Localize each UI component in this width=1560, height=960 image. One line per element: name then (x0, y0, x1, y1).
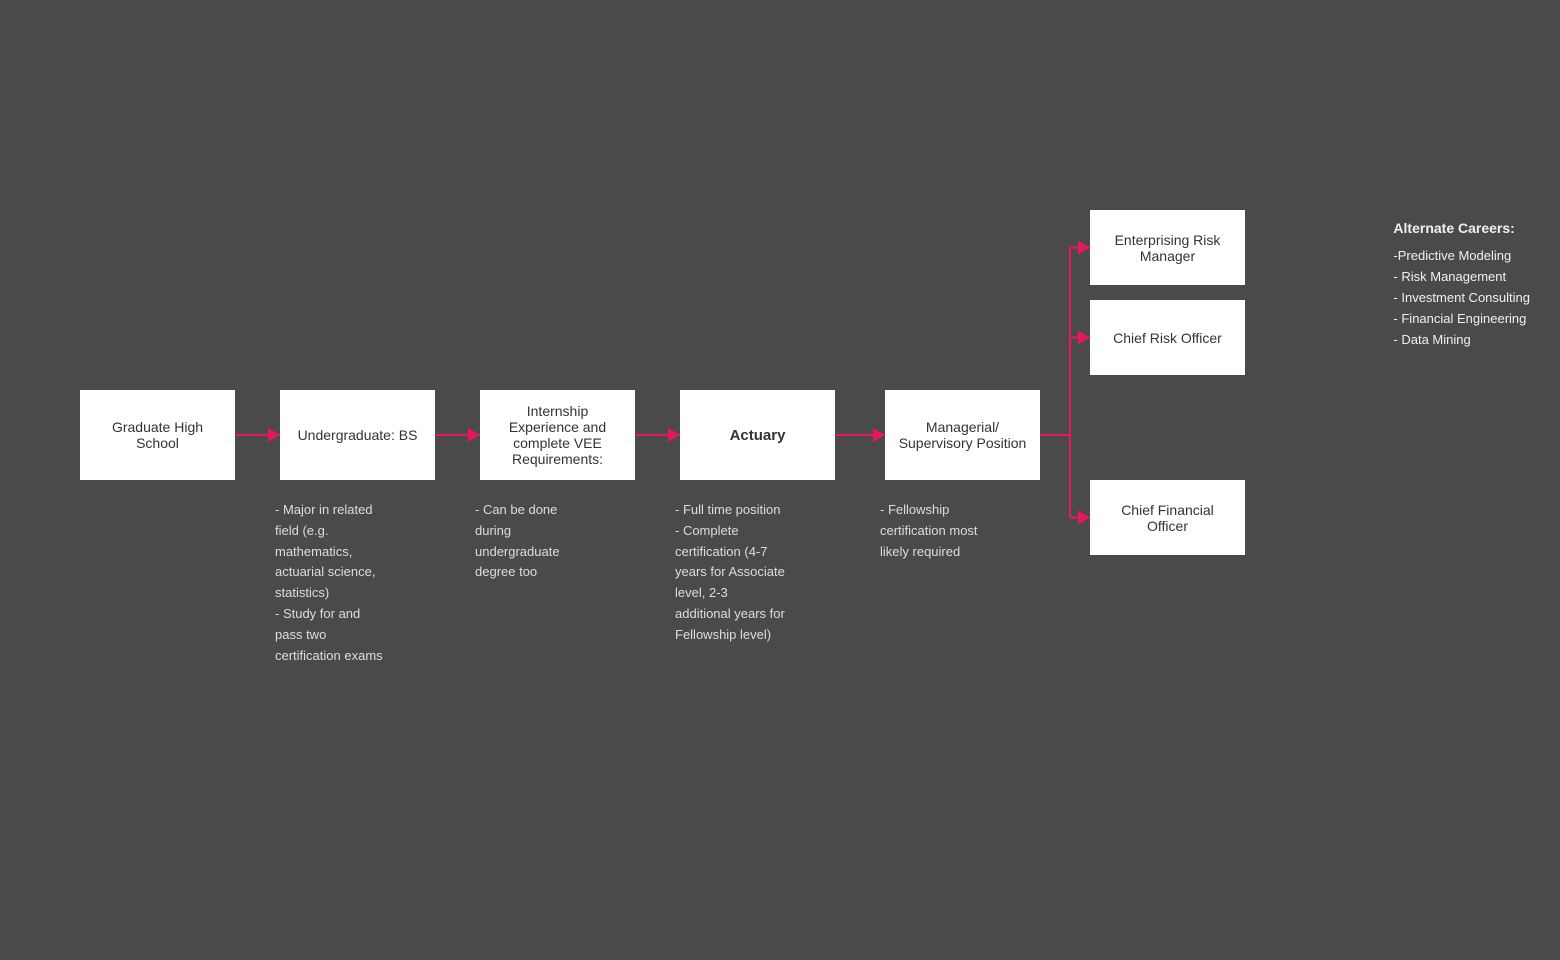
diagram-svg (0, 0, 1560, 960)
alt-careers-title: Alternate Careers: (1393, 220, 1530, 236)
flow-box-internship: Internship Experience and complete VEE R… (480, 390, 635, 480)
flow-box-actuary: Actuary (680, 390, 835, 480)
flow-box-managerial: Managerial/ Supervisory Position (885, 390, 1040, 480)
alt-career-item-1: - Risk Management (1393, 269, 1530, 284)
alt-career-item-4: - Data Mining (1393, 332, 1530, 347)
alt-career-item-0: -Predictive Modeling (1393, 248, 1530, 263)
alt-career-item-3: - Financial Engineering (1393, 311, 1530, 326)
alt-careers-panel: Alternate Careers: -Predictive Modeling - … (1393, 220, 1530, 353)
flow-box-chief-financial: Chief Financial Officer (1090, 480, 1245, 555)
flow-box-enterprising: Enterprising Risk Manager (1090, 210, 1245, 285)
flow-box-chief-risk: Chief Risk Officer (1090, 300, 1245, 375)
flow-box-graduate: Graduate High School (80, 390, 235, 480)
desc-actuary: - Full time position- Completecertificat… (675, 500, 785, 646)
desc-managerial: - Fellowshipcertification mostlikely req… (880, 500, 978, 562)
alt-career-item-2: - Investment Consulting (1393, 290, 1530, 305)
desc-undergraduate: - Major in relatedfield (e.g.mathematics… (275, 500, 383, 666)
flow-box-undergraduate: Undergraduate: BS (280, 390, 435, 480)
desc-internship: - Can be doneduringundergraduatedegree t… (475, 500, 560, 583)
